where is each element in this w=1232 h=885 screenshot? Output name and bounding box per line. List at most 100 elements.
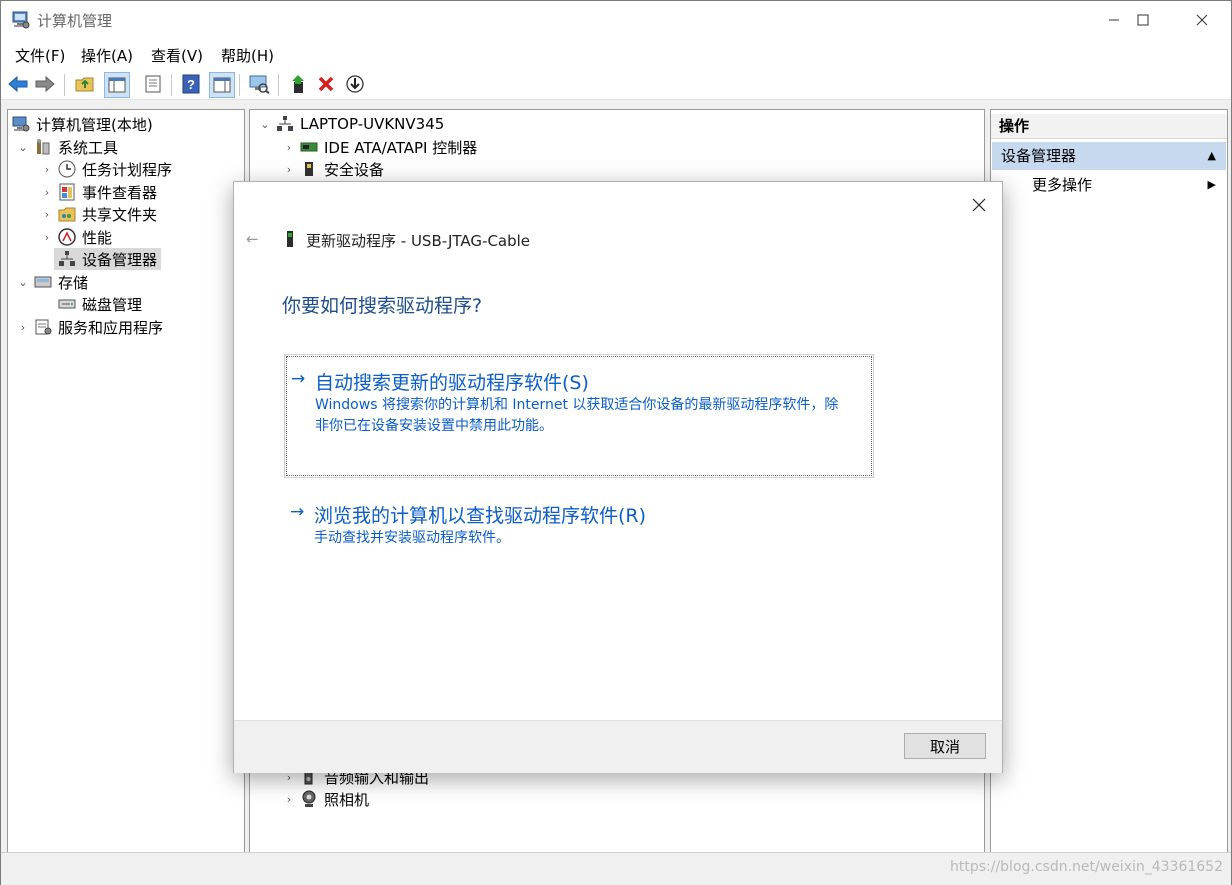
action-section-device-manager[interactable]: 设备管理器 ▲ bbox=[992, 142, 1226, 170]
menu-file[interactable]: 文件(F) bbox=[15, 45, 65, 66]
svg-text:?: ? bbox=[187, 77, 195, 92]
auto-search-option[interactable]: → 自动搜索更新的驱动程序软件(S) Windows 将搜索你的计算机和 Int… bbox=[284, 354, 874, 478]
chevron-down-icon[interactable]: ⌄ bbox=[16, 141, 30, 154]
properties-button[interactable] bbox=[141, 72, 165, 96]
tree-item-label: 任务计划程序 bbox=[82, 160, 173, 179]
chevron-right-icon[interactable]: › bbox=[40, 186, 54, 199]
toolbar: ? bbox=[1, 69, 1231, 100]
chevron-right-icon[interactable]: › bbox=[40, 163, 54, 176]
storage-icon bbox=[34, 276, 52, 288]
tree-item-shared-folders[interactable]: › 共享文件夹 bbox=[40, 203, 157, 225]
browse-option[interactable]: → 浏览我的计算机以查找驱动程序软件(R) 手动查找并安装驱动程序软件。 bbox=[286, 500, 870, 558]
tree-item-label: 系统工具 bbox=[58, 138, 119, 157]
toolbar-separator bbox=[64, 74, 65, 96]
computer-icon bbox=[277, 116, 293, 131]
help-button[interactable]: ? bbox=[179, 72, 203, 96]
shared-folder-icon bbox=[58, 207, 76, 222]
tree-item-performance[interactable]: › 性能 bbox=[40, 226, 112, 248]
device-category-label: 安全设备 bbox=[324, 160, 385, 179]
device-manager-icon bbox=[59, 251, 75, 266]
collapse-up-icon[interactable]: ▲ bbox=[1208, 142, 1216, 170]
performance-icon bbox=[58, 228, 76, 246]
scan-hardware-button[interactable] bbox=[247, 72, 271, 96]
enable-device-icon bbox=[292, 75, 304, 93]
show-tree-button[interactable] bbox=[104, 72, 130, 98]
chevron-right-icon[interactable]: › bbox=[16, 321, 30, 334]
action-pane-icon bbox=[213, 77, 231, 93]
services-icon bbox=[35, 319, 52, 335]
maximize-button[interactable] bbox=[1114, 1, 1172, 39]
tree-item-storage[interactable]: ⌄ 存储 bbox=[16, 271, 88, 293]
event-viewer-icon bbox=[59, 183, 75, 201]
back-button[interactable] bbox=[6, 72, 30, 96]
security-device-icon bbox=[305, 162, 313, 176]
device-category-label: IDE ATA/ATAPI 控制器 bbox=[324, 138, 478, 157]
scan-hardware-icon bbox=[249, 75, 270, 94]
chevron-right-icon[interactable]: › bbox=[282, 163, 296, 176]
chevron-down-icon[interactable]: ⌄ bbox=[258, 118, 272, 131]
tree-root[interactable]: 计算机管理(本地) bbox=[12, 113, 153, 135]
system-tools-icon bbox=[37, 139, 50, 155]
tree-item-label: 服务和应用程序 bbox=[58, 318, 164, 337]
browse-desc: 手动查找并安装驱动程序软件。 bbox=[314, 530, 510, 546]
tree-item-services-apps[interactable]: › 服务和应用程序 bbox=[16, 316, 163, 338]
toolbar-separator bbox=[278, 74, 279, 96]
up-folder-button[interactable] bbox=[73, 72, 97, 96]
action-pane-header: 操作 bbox=[991, 114, 1227, 139]
console-tree: 计算机管理(本地) ⌄ 系统工具 › 任务计划程序 › 事件查看器 › 共享文件… bbox=[7, 109, 245, 853]
tree-item-system-tools[interactable]: ⌄ 系统工具 bbox=[16, 136, 118, 158]
window-title: 计算机管理 bbox=[37, 12, 113, 30]
title-bar: 计算机管理 bbox=[1, 1, 1231, 39]
camera-icon bbox=[302, 790, 316, 807]
tree-item-label: 共享文件夹 bbox=[82, 205, 158, 224]
chevron-right-icon[interactable]: › bbox=[40, 231, 54, 244]
cancel-button[interactable]: 取消 bbox=[904, 733, 986, 759]
close-window-button[interactable] bbox=[1173, 1, 1231, 39]
menu-action[interactable]: 操作(A) bbox=[81, 45, 133, 66]
chevron-right-icon[interactable]: › bbox=[282, 141, 296, 154]
watermark-text: https://blog.csdn.net/weixin_43361652 bbox=[949, 859, 1223, 875]
update-driver-icon bbox=[346, 75, 364, 93]
menu-bar: 文件(F) 操作(A) 查看(V) 帮助(H) bbox=[1, 41, 1231, 67]
submenu-arrow-icon: ▶ bbox=[1207, 178, 1216, 191]
tree-item-label: 存储 bbox=[58, 273, 89, 292]
menu-help[interactable]: 帮助(H) bbox=[221, 45, 274, 66]
device-computer-node[interactable]: ⌄ LAPTOP-UVKNV345 bbox=[258, 113, 444, 135]
enable-device-button[interactable] bbox=[287, 72, 311, 96]
action-pane-button[interactable] bbox=[209, 72, 235, 98]
action-pane-title: 操作 bbox=[999, 117, 1030, 135]
tree-item-task-scheduler[interactable]: › 任务计划程序 bbox=[40, 158, 172, 180]
tree-item-disk-management[interactable]: 磁盘管理 bbox=[40, 293, 142, 315]
close-icon bbox=[1196, 14, 1208, 26]
chevron-right-icon[interactable]: › bbox=[282, 793, 296, 806]
auto-search-desc-line2: 非你已在设备安装设置中禁用此功能。 bbox=[315, 418, 553, 434]
tree-item-event-viewer[interactable]: › 事件查看器 bbox=[40, 181, 157, 203]
menu-view[interactable]: 查看(V) bbox=[151, 45, 203, 66]
device-category-ide[interactable]: › IDE ATA/ATAPI 控制器 bbox=[282, 136, 477, 158]
chevron-down-icon[interactable]: ⌄ bbox=[16, 276, 30, 289]
arrow-right-icon: → bbox=[290, 502, 305, 522]
computer-management-icon bbox=[12, 11, 30, 29]
uninstall-device-button[interactable] bbox=[314, 72, 338, 96]
computer-name: LAPTOP-UVKNV345 bbox=[300, 115, 445, 133]
disk-management-icon bbox=[58, 299, 76, 309]
tree-item-label: 磁盘管理 bbox=[82, 295, 143, 314]
more-actions-item[interactable]: 更多操作 ▶ bbox=[992, 172, 1226, 198]
forward-button[interactable] bbox=[33, 72, 57, 96]
toolbar-separator bbox=[239, 74, 240, 96]
usb-device-icon bbox=[287, 231, 293, 247]
device-category-camera[interactable]: › 照相机 bbox=[282, 788, 369, 810]
device-category-security[interactable]: › 安全设备 bbox=[282, 158, 384, 180]
computer-management-icon bbox=[12, 116, 30, 132]
dialog-close-button[interactable] bbox=[964, 190, 994, 220]
computer-management-window: 计算机管理 文件(F) 操作(A) 查看(V) 帮助(H) ? 计算机管理(本地… bbox=[0, 0, 1232, 885]
tree-item-device-manager[interactable]: 设备管理器 bbox=[40, 248, 162, 270]
clock-icon bbox=[58, 160, 76, 178]
update-driver-button[interactable] bbox=[343, 72, 367, 96]
back-icon bbox=[8, 75, 28, 93]
chevron-right-icon[interactable]: › bbox=[40, 208, 54, 221]
more-actions-label: 更多操作 bbox=[1032, 176, 1093, 194]
dialog-back-button[interactable]: ← bbox=[246, 230, 259, 248]
dialog-title: 更新驱动程序 - USB-JTAG-Cable bbox=[306, 232, 531, 250]
help-icon: ? bbox=[182, 74, 200, 94]
